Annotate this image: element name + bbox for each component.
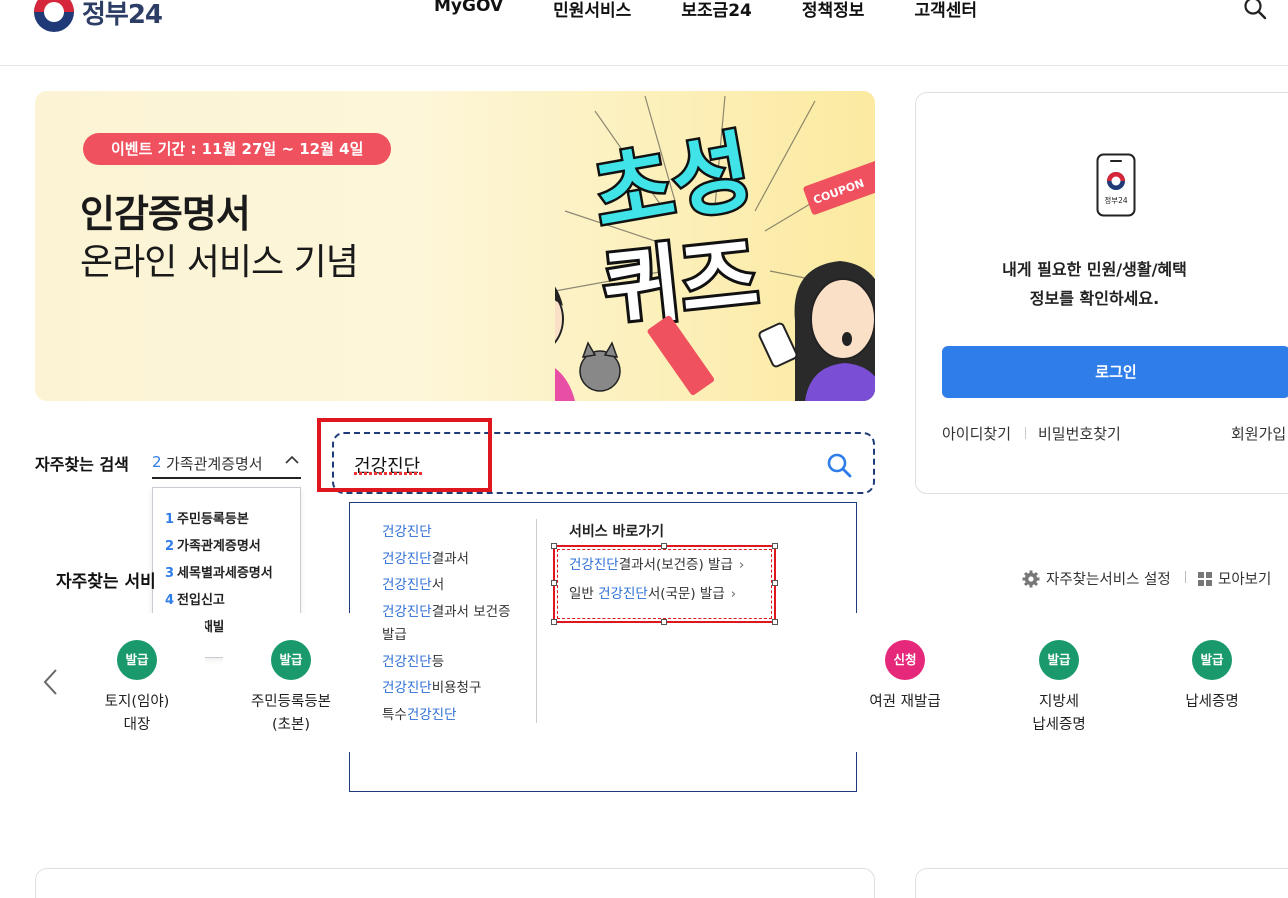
event-period-badge: 이벤트 기간 : 11월 27일 ~ 12월 4일 xyxy=(83,133,392,165)
grid-icon xyxy=(1198,571,1212,586)
settings-divider xyxy=(1185,571,1186,583)
chevron-right-icon: › xyxy=(738,557,745,573)
frequent-search-dropdown[interactable]: 2 가족관계증명서 xyxy=(152,443,301,479)
service-name: 지방세 납세증명 xyxy=(1032,694,1086,733)
autocomplete-divider xyxy=(536,519,537,723)
link-divider xyxy=(1025,427,1026,439)
frequent-search-option[interactable]: 3 세목별과세증명서 xyxy=(153,562,300,589)
banner-title: 인감증명서 xyxy=(80,192,251,236)
chevron-left-icon[interactable] xyxy=(42,668,60,696)
suggestion-item[interactable]: 건강진단등 xyxy=(382,651,532,675)
suggestion-item[interactable]: 건강진단 xyxy=(382,521,532,545)
service-card[interactable]: 발급 토지(임야) 대장 xyxy=(69,613,205,752)
service-name: 납세증명 xyxy=(1185,694,1239,710)
gear-icon xyxy=(1022,570,1040,587)
banner-subtitle: 온라인 서비스 기념 xyxy=(80,242,359,283)
service-name: 토지(임야) 대장 xyxy=(104,694,170,733)
cat-character xyxy=(579,341,621,392)
woman-character xyxy=(758,261,875,401)
signup-link[interactable]: 회원가입 xyxy=(1231,423,1286,444)
frequent-search-option[interactable]: 2 가족관계증명서 xyxy=(153,535,300,562)
shortcut-link[interactable]: 건강진단결과서(보건증) 발급 › xyxy=(569,553,744,573)
event-banner[interactable]: 이벤트 기간 : 11월 27일 ~ 12월 4일 인감증명서 온라인 서비스 … xyxy=(35,91,875,401)
service-card[interactable]: 발급 납세증명 xyxy=(1144,613,1280,752)
login-message-line1: 내게 필요한 민원/생활/혜택 xyxy=(1002,260,1187,279)
suggestion-item[interactable]: 건강진단결과서 xyxy=(382,548,532,572)
site-logo[interactable]: 정부24 xyxy=(34,0,163,32)
bottom-panel-left xyxy=(35,868,875,898)
service-settings-button[interactable]: 자주찾는서비스 설정 xyxy=(1022,568,1171,589)
nav-civil-services[interactable]: 민원서비스 xyxy=(553,0,631,21)
man-character xyxy=(555,286,575,401)
phone-label: 정부24 xyxy=(1104,195,1128,205)
search-icon[interactable] xyxy=(826,452,852,478)
view-all-button[interactable]: 모아보기 xyxy=(1198,568,1271,589)
main-nav: MyGOV 민원서비스 보조금24 정책정보 고객센터 xyxy=(434,0,1027,21)
autocomplete-panel: 건강진단 건강진단결과서 건강진단서 건강진단결과서 보건증 발급 건강진단등 … xyxy=(349,502,857,792)
bottom-panel-right xyxy=(915,868,1288,898)
nav-subsidy24[interactable]: 보조금24 xyxy=(681,0,752,21)
nav-mygov[interactable]: MyGOV xyxy=(434,0,503,21)
login-card: 정부24 내게 필요한 민원/생활/혜택 정보를 확인하세요. 로그인 아이디찾… xyxy=(915,92,1288,494)
shortcut-title: 서비스 바로가기 xyxy=(569,524,665,540)
frequent-search-option[interactable]: 4 전입신고 xyxy=(153,589,300,616)
apply-badge: 신청 xyxy=(885,640,925,680)
issue-badge: 발급 xyxy=(117,640,157,680)
site-header: 정부24 MyGOV 민원서비스 보조금24 정책정보 고객센터 xyxy=(0,0,1288,66)
nav-policy-info[interactable]: 정책정보 xyxy=(802,0,865,21)
mobile-phone-icon: 정부24 xyxy=(1096,153,1136,217)
login-message: 내게 필요한 민원/생활/혜택 정보를 확인하세요. xyxy=(916,255,1273,313)
search-icon[interactable] xyxy=(1243,0,1267,20)
taegeuk-logo-icon xyxy=(34,0,74,32)
find-id-link[interactable]: 아이디찾기 xyxy=(942,423,1011,444)
service-card[interactable]: 신청 여권 재발급 xyxy=(837,613,973,752)
shortcut-link[interactable]: 일반 건강진단서(국문) 발급 › xyxy=(569,582,736,602)
service-settings-label: 자주찾는서비스 설정 xyxy=(1046,572,1171,588)
selected-rank: 2 xyxy=(152,453,162,471)
quiz-illustration: 초성 퀴즈 COUPON xyxy=(555,95,875,401)
view-all-label: 모아보기 xyxy=(1218,572,1272,588)
suggestion-item[interactable]: 건강진단비용청구 xyxy=(382,677,532,701)
issue-badge: 발급 xyxy=(1039,640,1079,680)
selected-keyword: 가족관계증명서 xyxy=(166,455,263,473)
frequent-services-title: 자주찾는 서비 xyxy=(56,572,156,592)
suggestion-list: 건강진단 건강진단결과서 건강진단서 건강진단결과서 보건증 발급 건강진단등 … xyxy=(382,521,532,730)
service-card[interactable]: 발급 주민등록등본 (초본) xyxy=(223,613,359,752)
main-search-box xyxy=(332,432,875,494)
service-name: 주민등록등본 (초본) xyxy=(250,694,332,733)
chevron-up-icon xyxy=(285,455,299,464)
frequent-search-label: 자주찾는 검색 xyxy=(35,455,129,474)
quiz-title-bottom: 퀴즈 xyxy=(599,226,763,340)
suggestion-item[interactable]: 건강진단결과서 보건증 발급 xyxy=(382,601,527,648)
issue-badge: 발급 xyxy=(1192,640,1232,680)
chevron-right-icon: › xyxy=(730,586,737,602)
issue-badge: 발급 xyxy=(271,640,311,680)
suggestion-item[interactable]: 건강진단서 xyxy=(382,574,532,598)
frequent-search-option[interactable]: 1 주민등록등본 xyxy=(153,508,300,535)
spellcheck-underline xyxy=(354,472,424,475)
service-name: 여권 재발급 xyxy=(869,694,941,710)
logo-text: 정부24 xyxy=(82,0,163,30)
suggestion-item[interactable]: 특수건강진단 xyxy=(382,704,532,728)
find-password-link[interactable]: 비밀번호찾기 xyxy=(1038,423,1121,444)
service-card[interactable]: 발급 지방세 납세증명 xyxy=(991,613,1127,752)
login-button[interactable]: 로그인 xyxy=(942,346,1288,398)
login-message-line2: 정보를 확인하세요. xyxy=(1029,289,1160,308)
nav-customer-center[interactable]: 고객센터 xyxy=(914,0,977,21)
